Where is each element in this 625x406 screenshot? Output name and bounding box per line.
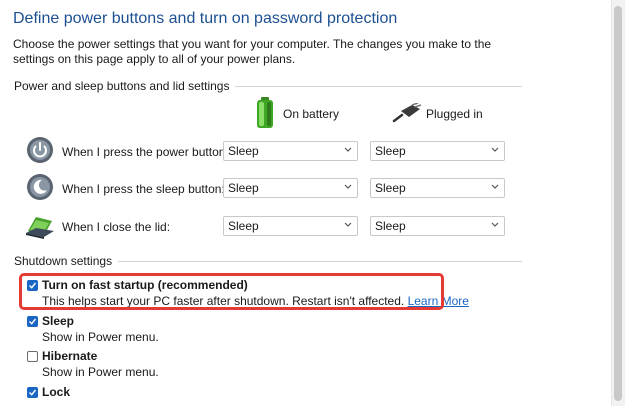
chevron-down-icon [344, 222, 352, 227]
shutdown-section-label: Shutdown settings [14, 254, 119, 268]
chevron-down-icon [491, 222, 499, 227]
sleep-button-battery-select[interactable]: Sleep [223, 178, 358, 198]
chevron-down-icon [344, 147, 352, 152]
lid-label: When I close the lid: [62, 220, 171, 234]
sleep-option-desc: Show in Power menu. [42, 330, 159, 344]
select-value: Sleep [375, 144, 406, 158]
power-section-label: Power and sleep buttons and lid settings [14, 79, 236, 93]
power-button-battery-select[interactable]: Sleep [223, 141, 358, 161]
select-value: Sleep [228, 144, 259, 158]
hibernate-option-label[interactable]: Hibernate [42, 349, 97, 363]
sleep-checkbox[interactable] [27, 316, 38, 327]
col-on-battery: On battery [283, 107, 340, 121]
checkmark-icon [29, 318, 37, 325]
power-button-plugged-select[interactable]: Sleep [370, 141, 505, 161]
lid-plugged-select[interactable]: Sleep [370, 216, 505, 236]
page-title: Define power buttons and turn on passwor… [13, 10, 398, 27]
laptop-lid-icon [24, 211, 56, 241]
sleep-button-plugged-select[interactable]: Sleep [370, 178, 505, 198]
scrollbar-thumb[interactable] [614, 6, 622, 401]
chevron-down-icon [491, 184, 499, 189]
chevron-down-icon [491, 147, 499, 152]
lid-battery-select[interactable]: Sleep [223, 216, 358, 236]
battery-icon [255, 97, 275, 129]
power-button-label: When I press the power button: [62, 145, 229, 159]
power-button-icon [26, 136, 54, 164]
lock-option-label[interactable]: Lock [42, 385, 70, 399]
select-value: Sleep [228, 181, 259, 195]
hibernate-option-desc: Show in Power menu. [42, 365, 159, 379]
select-value: Sleep [228, 219, 259, 233]
hibernate-checkbox[interactable] [27, 351, 38, 362]
checkmark-icon [29, 389, 37, 396]
lock-checkbox[interactable] [27, 387, 38, 398]
sleep-button-label: When I press the sleep button: [62, 182, 225, 196]
chevron-down-icon [344, 184, 352, 189]
power-plug-icon [392, 102, 422, 123]
col-plugged-in: Plugged in [426, 107, 483, 121]
select-value: Sleep [375, 219, 406, 233]
sleep-option-label[interactable]: Sleep [42, 314, 74, 328]
highlight-box [19, 273, 444, 310]
select-value: Sleep [375, 181, 406, 195]
sleep-button-icon [26, 173, 54, 201]
page-description: Choose the power settings that you want … [13, 37, 492, 66]
